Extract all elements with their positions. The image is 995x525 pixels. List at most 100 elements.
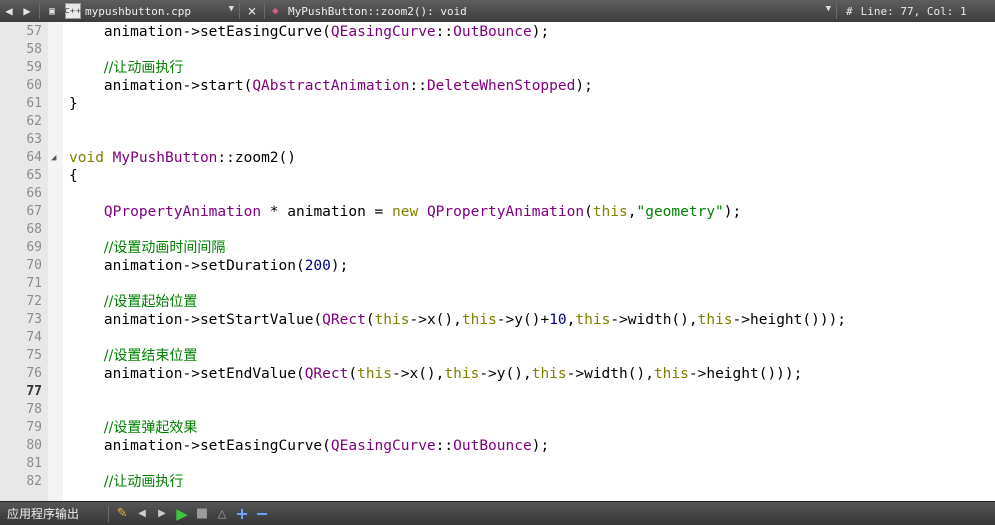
code-text: QPropertyAnimation * animation = new QPr… bbox=[103, 204, 742, 220]
line-number: 75 bbox=[26, 348, 42, 363]
cpp-file-icon: C++ bbox=[65, 3, 81, 19]
code-text: animation->setEasingCurve(QEasingCurve::… bbox=[69, 438, 550, 454]
code-line[interactable]: 68 bbox=[0, 221, 995, 239]
line-number: 82 bbox=[26, 474, 42, 489]
prev-arrow-icon[interactable]: ◀ bbox=[132, 504, 152, 524]
line-number: 81 bbox=[26, 456, 42, 471]
line-number: 72 bbox=[26, 294, 42, 309]
output-panel-bar: 应用程序输出 ✎ ◀ ▶ ▶ ■ △ + − bbox=[0, 501, 995, 525]
line-number: 68 bbox=[26, 222, 42, 237]
toolbar-separator bbox=[39, 3, 40, 19]
function-name: MyPushButton::zoom2(): void bbox=[288, 4, 467, 18]
code-line[interactable]: 77 bbox=[0, 383, 995, 401]
code-text: } bbox=[69, 96, 78, 112]
lock-icon[interactable]: ▣ bbox=[43, 2, 61, 20]
code-text: void MyPushButton::zoom2() bbox=[69, 150, 296, 166]
code-line[interactable]: 64 ◢ void MyPushButton::zoom2() bbox=[0, 149, 995, 167]
chevron-down-icon: ▼ bbox=[228, 4, 234, 14]
code-text: //让动画执行 bbox=[103, 474, 184, 490]
code-line[interactable]: 61} bbox=[0, 95, 995, 113]
code-text: //让动画执行 bbox=[103, 60, 184, 76]
code-line[interactable]: 72 //设置起始位置 bbox=[0, 293, 995, 311]
code-line[interactable]: 62 bbox=[0, 113, 995, 131]
line-number: 80 bbox=[26, 438, 42, 453]
code-text: animation->setEndValue(QRect(this->x(),t… bbox=[69, 366, 803, 382]
code-line[interactable]: 78 bbox=[0, 401, 995, 419]
forward-icon[interactable]: ▶ bbox=[18, 2, 36, 20]
line-number: 60 bbox=[26, 78, 42, 93]
code-line[interactable]: 58 bbox=[0, 41, 995, 59]
code-text: //设置结束位置 bbox=[103, 348, 198, 364]
line-number: 79 bbox=[26, 420, 42, 435]
fold-arrow-icon[interactable]: ◢ bbox=[51, 149, 56, 167]
line-number: 59 bbox=[26, 60, 42, 75]
code-text: { bbox=[69, 168, 78, 184]
line-number: 63 bbox=[26, 132, 42, 147]
code-text: //设置动画时间间隔 bbox=[103, 240, 226, 256]
code-line[interactable]: 63 bbox=[0, 131, 995, 149]
hash-symbol: # bbox=[846, 4, 853, 18]
code-line[interactable]: 79 //设置弹起效果 bbox=[0, 419, 995, 437]
line-number: 73 bbox=[26, 312, 42, 327]
line-number: 77 bbox=[26, 384, 42, 399]
attach-icon[interactable]: △ bbox=[212, 504, 232, 524]
code-line[interactable]: 65 { bbox=[0, 167, 995, 185]
code-line[interactable]: 57 animation->setEasingCurve(QEasingCurv… bbox=[0, 23, 995, 41]
code-line[interactable]: 67 QPropertyAnimation * animation = new … bbox=[0, 203, 995, 221]
code-line[interactable]: 75 //设置结束位置 bbox=[0, 347, 995, 365]
code-text: //设置弹起效果 bbox=[103, 420, 198, 436]
line-number: 78 bbox=[26, 402, 42, 417]
code-line[interactable]: 71 bbox=[0, 275, 995, 293]
line-number: 65 bbox=[26, 168, 42, 183]
line-number: 64 bbox=[26, 150, 42, 165]
editor-toolbar: ◀ ▶ ▣ C++ mypushbutton.cpp ▼ × ◆ MyPushB… bbox=[0, 0, 995, 23]
code-line[interactable]: 70 animation->setDuration(200); bbox=[0, 257, 995, 275]
next-arrow-icon[interactable]: ▶ bbox=[152, 504, 172, 524]
code-editor[interactable]: 57 animation->setEasingCurve(QEasingCurv… bbox=[0, 22, 995, 501]
cursor-position[interactable]: Line: 77, Col: 1 bbox=[861, 5, 967, 18]
code-line[interactable]: 80 animation->setEasingCurve(QEasingCurv… bbox=[0, 437, 995, 455]
code-line[interactable]: 66 bbox=[0, 185, 995, 203]
code-text: animation->start(QAbstractAnimation::Del… bbox=[69, 78, 593, 94]
function-icon: ◆ bbox=[272, 4, 279, 17]
code-line[interactable]: 69 //设置动画时间间隔 bbox=[0, 239, 995, 257]
line-number: 67 bbox=[26, 204, 42, 219]
line-number: 69 bbox=[26, 240, 42, 255]
close-file-button[interactable]: × bbox=[243, 2, 261, 20]
code-text: animation->setEasingCurve(QEasingCurve::… bbox=[69, 24, 550, 40]
code-line[interactable]: 60 animation->start(QAbstractAnimation::… bbox=[0, 77, 995, 95]
stop-icon[interactable]: ■ bbox=[192, 504, 212, 524]
code-line[interactable]: 74 bbox=[0, 329, 995, 347]
file-selector[interactable]: C++ mypushbutton.cpp ▼ bbox=[61, 1, 236, 21]
toolbar-separator bbox=[239, 3, 240, 19]
code-line[interactable]: 73 animation->setStartValue(QRect(this->… bbox=[0, 311, 995, 329]
toolbar-separator bbox=[264, 3, 265, 19]
broom-icon[interactable]: ✎ bbox=[112, 504, 132, 524]
line-number: 66 bbox=[26, 186, 42, 201]
plus-icon[interactable]: + bbox=[232, 504, 252, 524]
line-number: 57 bbox=[26, 24, 42, 39]
code-text: animation->setStartValue(QRect(this->x()… bbox=[69, 312, 847, 328]
code-text: //设置起始位置 bbox=[103, 294, 198, 310]
line-number: 76 bbox=[26, 366, 42, 381]
code-line[interactable]: 59 //让动画执行 bbox=[0, 59, 995, 77]
file-name: mypushbutton.cpp bbox=[85, 4, 191, 18]
code-line[interactable]: 81 bbox=[0, 455, 995, 473]
line-number: 74 bbox=[26, 330, 42, 345]
code-text: animation->setDuration(200); bbox=[69, 258, 349, 274]
code-line[interactable]: 82 //让动画执行 bbox=[0, 473, 995, 491]
line-number: 61 bbox=[26, 96, 42, 111]
toolbar-separator bbox=[836, 3, 837, 19]
chevron-down-icon: ▼ bbox=[825, 4, 831, 14]
code-line[interactable]: 76 animation->setEndValue(QRect(this->x(… bbox=[0, 365, 995, 383]
back-icon[interactable]: ◀ bbox=[0, 2, 18, 20]
toolbar-separator bbox=[108, 505, 110, 522]
line-number: 71 bbox=[26, 276, 42, 291]
minus-icon[interactable]: − bbox=[252, 504, 272, 524]
line-number: 70 bbox=[26, 258, 42, 273]
line-number: 58 bbox=[26, 42, 42, 57]
output-tab-label[interactable]: 应用程序输出 bbox=[0, 505, 105, 522]
function-selector[interactable]: ◆ MyPushButton::zoom2(): void ▼ bbox=[268, 1, 833, 21]
line-number: 62 bbox=[26, 114, 42, 129]
run-icon[interactable]: ▶ bbox=[172, 504, 192, 524]
